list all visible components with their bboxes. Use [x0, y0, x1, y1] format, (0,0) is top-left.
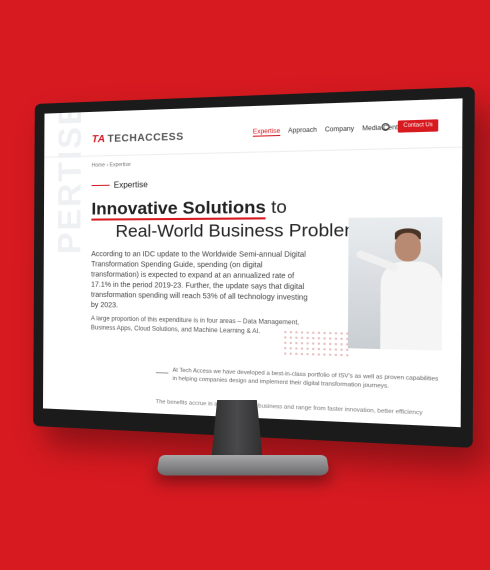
quote-paragraph: At Tech Access we have developed a best-… — [172, 366, 441, 392]
logo-mark: TA — [92, 134, 106, 146]
title-rest: to — [271, 197, 287, 217]
areas-paragraph: A large proportion of this expenditure i… — [91, 315, 314, 339]
nav-item-company[interactable]: Company — [325, 126, 354, 134]
photo-person-body — [380, 261, 442, 350]
intro-paragraph: According to an IDC update to the Worldw… — [91, 250, 314, 315]
quote-rule — [156, 372, 168, 373]
title-highlight: Innovative Solutions — [91, 197, 266, 221]
logo-text: TECHACCESS — [107, 131, 183, 145]
breadcrumb[interactable]: Home › Expertise — [92, 162, 131, 169]
nav-item-approach[interactable]: Approach — [288, 127, 317, 135]
contact-button[interactable]: Contact Us — [398, 119, 438, 132]
site-logo[interactable]: TA TECHACCESS — [92, 131, 184, 145]
monitor: TA TECHACCESS Expertise Approach Company … — [33, 87, 475, 448]
monitor-screen: TA TECHACCESS Expertise Approach Company … — [43, 98, 463, 427]
dot-pattern — [282, 329, 350, 357]
watermark-text: PERTISE — [52, 101, 89, 254]
photo-person-head — [395, 233, 421, 262]
site-header: TA TECHACCESS Expertise Approach Company … — [44, 98, 462, 157]
page-title: Innovative Solutions to — [91, 197, 286, 220]
benefits-paragraph: The benefits accrue in all areas of your… — [156, 399, 447, 418]
hero-photo — [348, 217, 443, 351]
section-label: Expertise — [114, 180, 148, 190]
monitor-stand-base — [156, 455, 329, 475]
nav-item-expertise[interactable]: Expertise — [253, 129, 281, 137]
photo-person-arm — [355, 249, 399, 272]
page-title-line2: Real-World Business Problems — [115, 220, 370, 242]
